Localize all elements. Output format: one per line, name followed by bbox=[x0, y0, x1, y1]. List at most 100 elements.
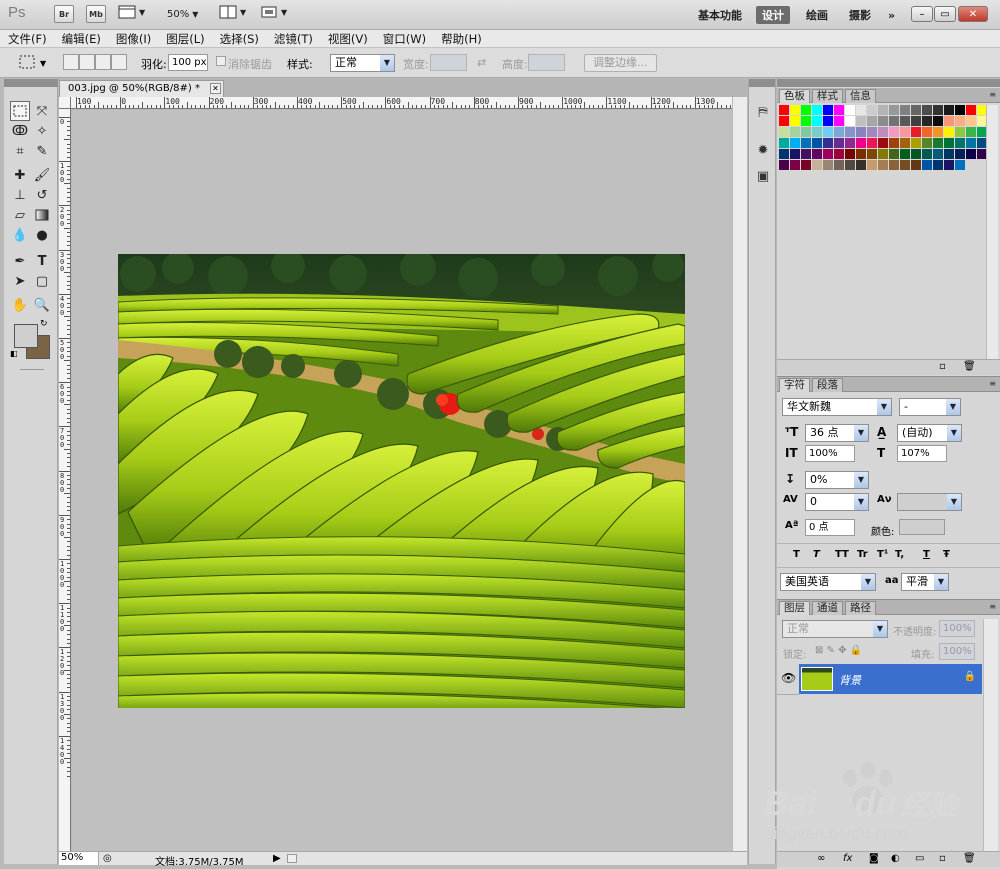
color-swatch[interactable] bbox=[823, 127, 833, 137]
menu-window[interactable]: 窗口(W) bbox=[383, 31, 426, 47]
color-swatch[interactable] bbox=[900, 105, 910, 115]
kerning-select[interactable]: 0% ▼ bbox=[805, 471, 869, 489]
width-input[interactable] bbox=[430, 54, 467, 71]
color-swatch[interactable] bbox=[856, 149, 866, 159]
default-colors-icon[interactable]: ◧ bbox=[10, 349, 18, 358]
color-swatch[interactable] bbox=[944, 138, 954, 148]
color-swatch[interactable] bbox=[779, 138, 789, 148]
swap-dimensions-icon[interactable]: ⇄ bbox=[477, 56, 486, 69]
small-caps-button[interactable]: Tr bbox=[857, 549, 868, 560]
intersect-selection-icon[interactable] bbox=[111, 54, 127, 70]
color-swatch[interactable] bbox=[790, 105, 800, 115]
color-swatch[interactable] bbox=[790, 116, 800, 126]
feather-input[interactable]: 100 px bbox=[168, 54, 208, 71]
quick-selection-tool[interactable]: ✧ bbox=[32, 121, 52, 141]
bridge-button[interactable]: Br bbox=[54, 5, 74, 23]
color-swatch[interactable] bbox=[834, 160, 844, 170]
color-swatch[interactable] bbox=[955, 149, 965, 159]
antialias-checkbox[interactable] bbox=[216, 56, 226, 66]
color-swatch[interactable] bbox=[955, 116, 965, 126]
color-swatch[interactable] bbox=[878, 105, 888, 115]
subtract-selection-icon[interactable] bbox=[95, 54, 111, 70]
color-swatch[interactable] bbox=[867, 116, 877, 126]
menu-view[interactable]: 视图(V) bbox=[328, 31, 368, 47]
swap-colors-icon[interactable]: ↻ bbox=[40, 319, 48, 329]
color-swatch[interactable] bbox=[933, 138, 943, 148]
color-swatch[interactable] bbox=[944, 160, 954, 170]
add-to-selection-icon[interactable] bbox=[79, 54, 95, 70]
panel-menu-icon[interactable]: ≡ bbox=[989, 90, 996, 99]
history-panel-icon[interactable]: ⛿ bbox=[753, 103, 773, 123]
color-swatch[interactable] bbox=[856, 160, 866, 170]
panel-grip[interactable] bbox=[777, 79, 1000, 87]
color-swatch[interactable] bbox=[933, 105, 943, 115]
color-swatch[interactable] bbox=[900, 149, 910, 159]
eraser-tool[interactable]: ▱ bbox=[10, 205, 30, 225]
color-swatch[interactable] bbox=[845, 116, 855, 126]
menu-edit[interactable]: 编辑(E) bbox=[62, 31, 101, 47]
color-swatch[interactable] bbox=[856, 127, 866, 137]
color-swatch[interactable] bbox=[812, 160, 822, 170]
workspace-essentials[interactable]: 基本功能 bbox=[692, 6, 748, 24]
menu-layer[interactable]: 图层(L) bbox=[166, 31, 204, 47]
color-swatch[interactable] bbox=[779, 116, 789, 126]
eye-icon[interactable]: 👁 bbox=[781, 671, 796, 685]
color-swatch[interactable] bbox=[944, 127, 954, 137]
new-layer-icon[interactable]: ▫ bbox=[939, 853, 946, 864]
superscript-button[interactable]: T¹ bbox=[877, 549, 888, 560]
status-menu-arrow-icon[interactable]: ▶ bbox=[273, 853, 281, 864]
tab-character[interactable]: 字符 bbox=[779, 378, 810, 392]
antialias-select[interactable]: 平滑 ▼ bbox=[901, 573, 949, 591]
color-swatch[interactable] bbox=[911, 116, 921, 126]
screen-mode-dropdown[interactable]: ▼ bbox=[260, 5, 287, 19]
strikethrough-button[interactable]: Ŧ bbox=[943, 549, 950, 560]
faux-italic-button[interactable]: T bbox=[813, 549, 820, 560]
color-swatch[interactable] bbox=[889, 138, 899, 148]
color-swatch[interactable] bbox=[790, 138, 800, 148]
color-swatch[interactable] bbox=[955, 138, 965, 148]
lasso-tool[interactable]: ↂ bbox=[10, 121, 30, 141]
crop-tool[interactable]: ⌗ bbox=[10, 141, 30, 161]
height-input[interactable] bbox=[528, 54, 565, 71]
swatch-grid[interactable] bbox=[779, 105, 987, 170]
horizontal-scale-input[interactable]: 107% bbox=[897, 445, 947, 462]
color-swatch[interactable] bbox=[823, 116, 833, 126]
color-swatch[interactable] bbox=[834, 127, 844, 137]
foreground-color-swatch[interactable] bbox=[14, 324, 38, 348]
color-swatch[interactable] bbox=[823, 149, 833, 159]
pen-tool[interactable]: ✒ bbox=[10, 251, 30, 271]
color-swatch[interactable] bbox=[812, 138, 822, 148]
new-swatch-icon[interactable]: ▫ bbox=[939, 361, 946, 372]
color-swatch[interactable] bbox=[823, 138, 833, 148]
color-swatch[interactable] bbox=[878, 160, 888, 170]
color-swatch[interactable] bbox=[955, 105, 965, 115]
workspace-design[interactable]: 设计 bbox=[756, 6, 790, 24]
color-swatch[interactable] bbox=[779, 105, 789, 115]
faux-bold-button[interactable]: T bbox=[793, 549, 800, 560]
panel-menu-icon[interactable]: ≡ bbox=[989, 602, 996, 611]
color-swatch[interactable] bbox=[867, 105, 877, 115]
color-swatch[interactable] bbox=[911, 138, 921, 148]
color-swatch[interactable] bbox=[944, 149, 954, 159]
adjustment-layer-icon[interactable]: ◐ bbox=[891, 853, 900, 864]
tab-paths[interactable]: 路径 bbox=[845, 601, 876, 615]
leading-select[interactable]: (自动) ▼ bbox=[897, 424, 962, 442]
color-swatch[interactable] bbox=[911, 149, 921, 159]
tool-preset-picker[interactable]: ▼ bbox=[18, 53, 48, 74]
color-swatch[interactable] bbox=[944, 105, 954, 115]
color-swatch[interactable] bbox=[900, 160, 910, 170]
color-swatch[interactable] bbox=[823, 160, 833, 170]
color-swatch[interactable] bbox=[801, 127, 811, 137]
status-zoom-field[interactable]: 50% bbox=[59, 852, 99, 865]
color-swatch[interactable] bbox=[801, 149, 811, 159]
blur-tool[interactable]: 💧 bbox=[10, 225, 30, 245]
tab-channels[interactable]: 通道 bbox=[812, 601, 843, 615]
status-icon[interactable]: ◎ bbox=[103, 853, 112, 864]
font-size-select[interactable]: 36 点 ▼ bbox=[805, 424, 869, 442]
color-swatch[interactable] bbox=[845, 138, 855, 148]
eyedropper-tool[interactable]: ✎ bbox=[32, 141, 52, 161]
arrange-documents-dropdown[interactable]: ▼ bbox=[219, 5, 246, 19]
color-swatch[interactable] bbox=[933, 116, 943, 126]
more-workspaces-button[interactable]: » bbox=[882, 6, 901, 24]
color-swatch[interactable] bbox=[889, 105, 899, 115]
